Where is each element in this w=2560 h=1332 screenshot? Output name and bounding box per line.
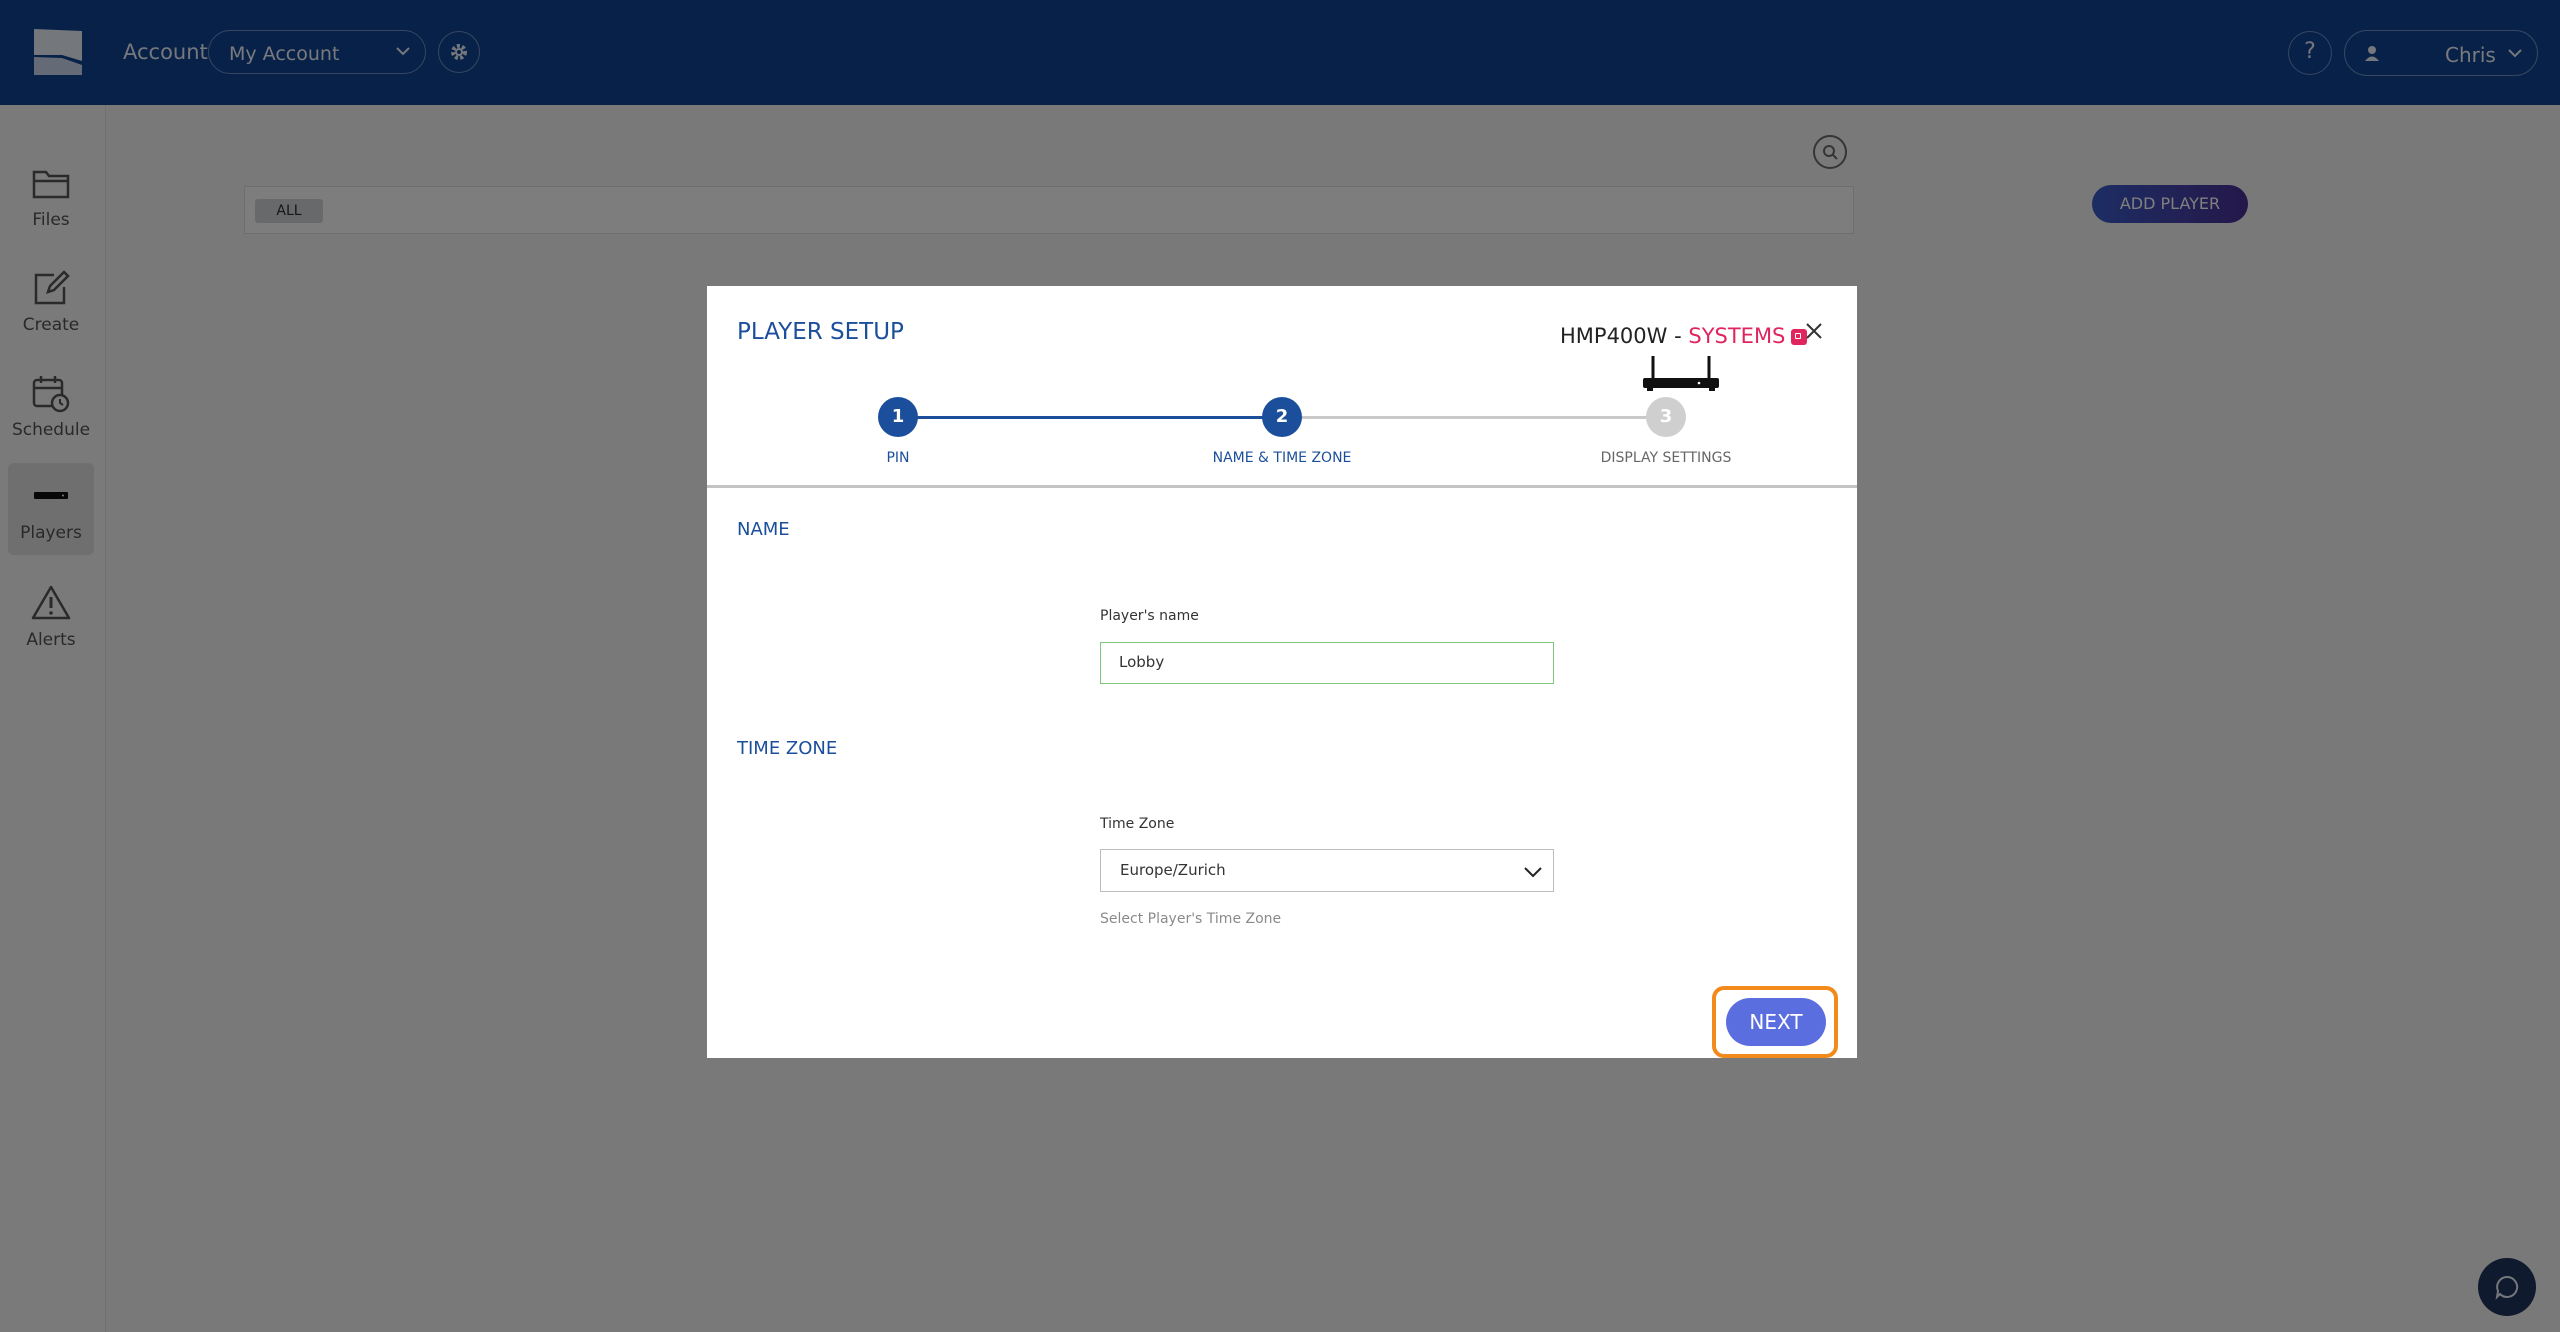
- step-2-circle: 2: [1262, 397, 1302, 437]
- stepper-track-pending: [1282, 416, 1666, 419]
- dialog-divider: [707, 485, 1857, 488]
- step-1-circle: 1: [878, 397, 918, 437]
- close-icon[interactable]: [1803, 320, 1825, 342]
- name-section-title: NAME: [737, 519, 790, 540]
- time-zone-select[interactable]: Europe/Zurich: [1100, 849, 1554, 892]
- player-model: HMP400W - SYSTEMS: [1560, 324, 1808, 348]
- time-zone-value: Europe/Zurich: [1120, 861, 1226, 879]
- step-3-circle: 3: [1646, 397, 1686, 437]
- next-button[interactable]: NEXT: [1726, 998, 1826, 1046]
- player-name-label: Player's name: [1100, 608, 1199, 624]
- player-name-input[interactable]: Lobby: [1100, 642, 1554, 684]
- chevron-down-icon: [1524, 867, 1542, 878]
- brand-name: SYSTEMS: [1688, 324, 1786, 348]
- dialog-title: PLAYER SETUP: [737, 319, 904, 345]
- player-device-icon: [1643, 356, 1719, 391]
- step-2-label: NAME & TIME ZONE: [1212, 450, 1352, 466]
- step-3-label: DISPLAY SETTINGS: [1600, 450, 1732, 466]
- model-name: HMP400W: [1560, 324, 1668, 348]
- model-separator: -: [1667, 324, 1689, 348]
- player-setup-dialog: PLAYER SETUP HMP400W - SYSTEMS 1 PIN 2 N…: [707, 286, 1857, 1058]
- stepper-track-complete: [898, 416, 1282, 419]
- time-zone-label: Time Zone: [1100, 816, 1175, 832]
- time-zone-section-title: TIME ZONE: [737, 738, 838, 759]
- step-1-label: PIN: [886, 450, 910, 466]
- time-zone-help-text: Select Player's Time Zone: [1100, 911, 1282, 927]
